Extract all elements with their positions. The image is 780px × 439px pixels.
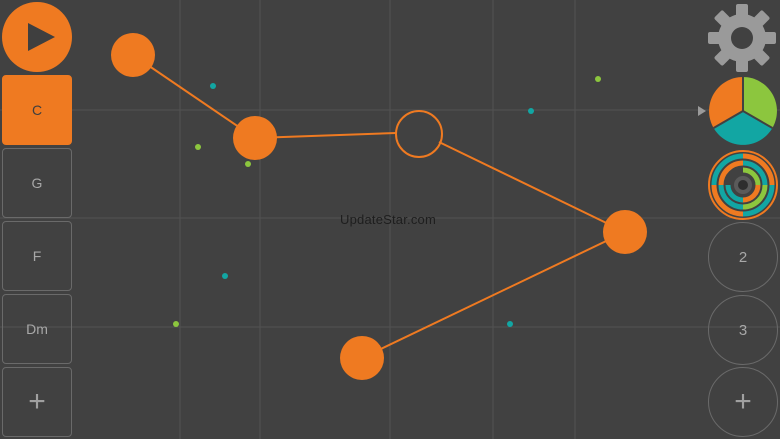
- pattern-button-3[interactable]: 3: [708, 295, 778, 365]
- add-pattern-button[interactable]: +: [708, 367, 778, 437]
- chord-label: F: [32, 248, 42, 264]
- note-node[interactable]: [111, 33, 155, 77]
- play-icon: [28, 23, 55, 51]
- plus-icon: +: [734, 385, 752, 418]
- pattern-button-2[interactable]: 2: [708, 222, 778, 292]
- ambient-dots: [173, 76, 601, 327]
- note-node-hollow[interactable]: [395, 110, 443, 158]
- chord-label: Dm: [26, 321, 48, 337]
- note-node[interactable]: [603, 210, 647, 254]
- chord-button-f[interactable]: F: [2, 221, 72, 291]
- chord-label: G: [31, 175, 43, 191]
- gear-icon[interactable]: [706, 2, 778, 74]
- note-node[interactable]: [233, 116, 277, 160]
- pattern-label: 3: [738, 321, 748, 339]
- note-node[interactable]: [340, 336, 384, 380]
- chord-label: C: [31, 102, 43, 118]
- watermark-text: UpdateStar.com: [340, 212, 437, 227]
- chord-button-g[interactable]: G: [2, 148, 72, 218]
- music-canvas[interactable]: UpdateStar.com C G F Dm + 2 3 +: [0, 0, 780, 439]
- concentric-rings-icon[interactable]: [707, 149, 779, 221]
- chord-button-c[interactable]: C: [2, 75, 72, 145]
- pie-selector-icon[interactable]: [707, 75, 779, 147]
- pattern-label: 2: [738, 248, 748, 266]
- plus-icon: +: [28, 385, 46, 418]
- selected-indicator-icon: [698, 106, 706, 116]
- add-chord-button[interactable]: +: [2, 367, 72, 437]
- node-connections: [132, 54, 626, 359]
- chord-button-dm[interactable]: Dm: [2, 294, 72, 364]
- play-button[interactable]: [2, 2, 72, 72]
